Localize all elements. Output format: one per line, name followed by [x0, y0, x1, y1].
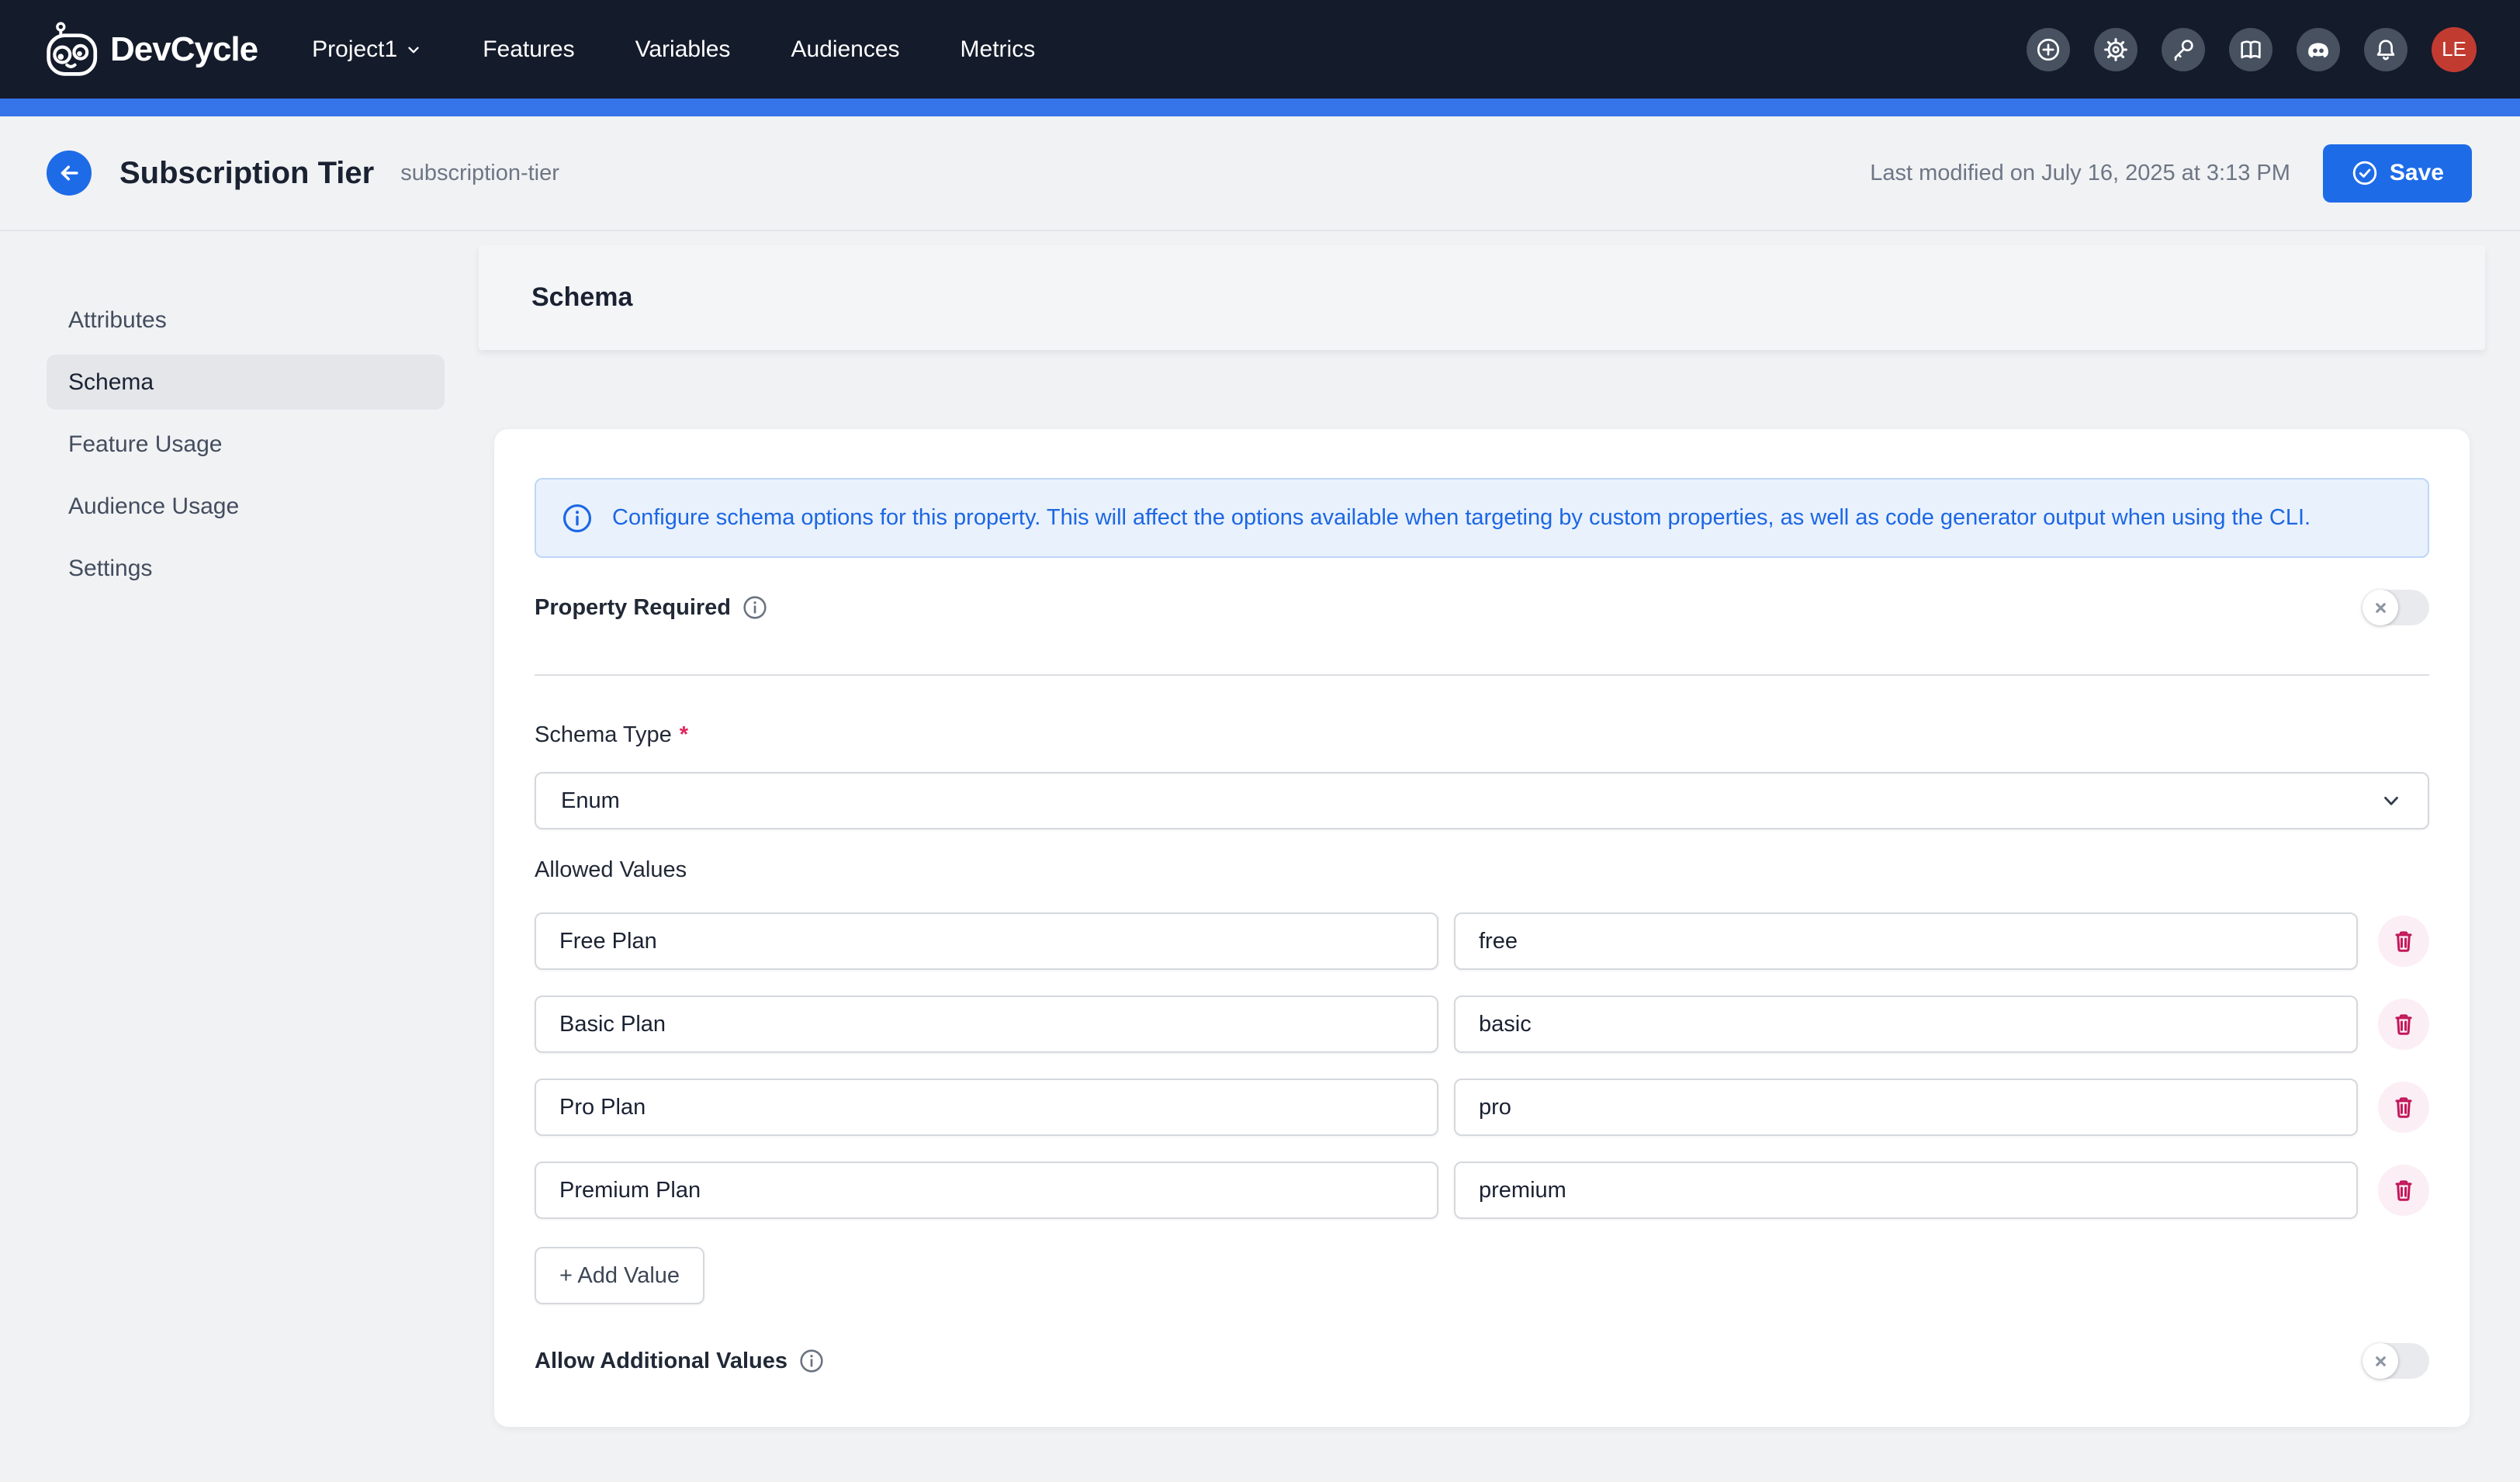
schema-type-label-row: Schema Type * — [535, 722, 2429, 748]
allowed-value-row — [535, 1079, 2429, 1136]
value-key-input[interactable] — [1454, 912, 2358, 970]
info-banner-text: Configure schema options for this proper… — [612, 505, 2311, 531]
toggle-knob-x-icon — [2362, 1343, 2398, 1379]
section-title: Schema — [531, 282, 632, 313]
accent-strip — [0, 99, 2520, 116]
settings-sidebar: Attributes Schema Feature Usage Audience… — [47, 293, 445, 596]
value-label-input[interactable] — [535, 1079, 1438, 1136]
section-header: Schema — [479, 245, 2485, 350]
property-required-label: Property Required — [535, 595, 731, 621]
property-required-info-icon[interactable] — [742, 594, 768, 621]
allowed-value-row — [535, 1162, 2429, 1219]
sidebar-item-feature-usage[interactable]: Feature Usage — [47, 417, 445, 472]
delete-value-button[interactable] — [2378, 916, 2429, 967]
top-navbar: DevCycle Project1 Features Variables Aud… — [0, 0, 2520, 99]
sidebar-item-settings[interactable]: Settings — [47, 541, 445, 596]
allowed-value-row — [535, 912, 2429, 970]
nav-item-metrics[interactable]: Metrics — [961, 36, 1036, 63]
page-title: Subscription Tier — [119, 156, 374, 191]
key-icon — [2170, 36, 2196, 63]
required-asterisk: * — [680, 722, 688, 748]
add-value-button[interactable]: + Add Value — [535, 1247, 704, 1304]
navbar-actions: LE — [2027, 27, 2477, 72]
delete-value-button[interactable] — [2378, 1082, 2429, 1133]
chevron-down-icon — [2380, 789, 2403, 812]
sidebar-item-audience-usage[interactable]: Audience Usage — [47, 479, 445, 534]
section-divider — [535, 674, 2429, 676]
nav-item-variables[interactable]: Variables — [635, 36, 731, 63]
toggle-knob-x-icon — [2362, 590, 2398, 625]
docs-button[interactable] — [2229, 28, 2272, 71]
open-book-icon — [2238, 36, 2264, 63]
nav-item-audiences[interactable]: Audiences — [791, 36, 899, 63]
primary-nav: Project1 Features Variables Audiences Me… — [312, 36, 1035, 63]
schema-card: Configure schema options for this proper… — [494, 429, 2470, 1427]
arrow-left-icon — [56, 160, 82, 186]
allow-additional-info-icon[interactable] — [798, 1348, 825, 1374]
schema-type-value: Enum — [561, 788, 620, 814]
check-circle-icon — [2351, 159, 2379, 187]
allow-additional-row: Allow Additional Values — [535, 1343, 2429, 1379]
content-area: Attributes Schema Feature Usage Audience… — [0, 245, 2520, 1482]
discord-icon — [2304, 36, 2332, 64]
add-circle-button[interactable] — [2027, 28, 2070, 71]
back-button[interactable] — [47, 151, 92, 196]
trash-icon — [2390, 927, 2418, 955]
trash-icon — [2390, 1010, 2418, 1038]
value-key-input[interactable] — [1454, 1079, 2358, 1136]
bell-icon — [2373, 36, 2399, 63]
nav-item-project[interactable]: Project1 — [312, 36, 422, 63]
nav-item-features[interactable]: Features — [483, 36, 574, 63]
main-panel: Schema Configure schema options for this… — [479, 245, 2485, 1427]
value-key-input[interactable] — [1454, 996, 2358, 1053]
delete-value-button[interactable] — [2378, 999, 2429, 1050]
sidebar-item-attributes[interactable]: Attributes — [47, 293, 445, 348]
settings-button[interactable] — [2094, 28, 2138, 71]
value-label-input[interactable] — [535, 996, 1438, 1053]
brand-wordmark: DevCycle — [110, 30, 258, 69]
chevron-down-icon — [405, 41, 422, 58]
gear-icon — [2103, 36, 2129, 63]
notifications-button[interactable] — [2364, 28, 2408, 71]
user-avatar[interactable]: LE — [2432, 27, 2477, 72]
allowed-value-row — [535, 996, 2429, 1053]
allow-additional-toggle[interactable] — [2362, 1343, 2429, 1379]
allowed-values-label: Allowed Values — [535, 857, 2429, 883]
allow-additional-label: Allow Additional Values — [535, 1349, 788, 1374]
schema-type-select[interactable]: Enum — [535, 772, 2429, 829]
save-button[interactable]: Save — [2323, 144, 2472, 203]
delete-value-button[interactable] — [2378, 1165, 2429, 1216]
schema-type-label: Schema Type — [535, 722, 672, 748]
discord-button[interactable] — [2297, 28, 2340, 71]
info-banner: Configure schema options for this proper… — [535, 478, 2429, 558]
page-header: Subscription Tier subscription-tier Last… — [0, 116, 2520, 231]
trash-icon — [2390, 1176, 2418, 1204]
value-label-input[interactable] — [535, 1162, 1438, 1219]
property-key: subscription-tier — [400, 161, 559, 186]
value-label-input[interactable] — [535, 912, 1438, 970]
sidebar-item-schema[interactable]: Schema — [47, 355, 445, 410]
property-required-toggle[interactable] — [2362, 590, 2429, 625]
devcycle-brand[interactable]: DevCycle — [47, 21, 258, 78]
info-icon — [561, 502, 594, 535]
property-required-row: Property Required — [535, 590, 2429, 625]
devcycle-logo-icon — [47, 21, 99, 78]
value-key-input[interactable] — [1454, 1162, 2358, 1219]
add-circle-icon — [2035, 36, 2061, 63]
api-keys-button[interactable] — [2162, 28, 2205, 71]
trash-icon — [2390, 1093, 2418, 1121]
last-modified-text: Last modified on July 16, 2025 at 3:13 P… — [1870, 161, 2290, 186]
